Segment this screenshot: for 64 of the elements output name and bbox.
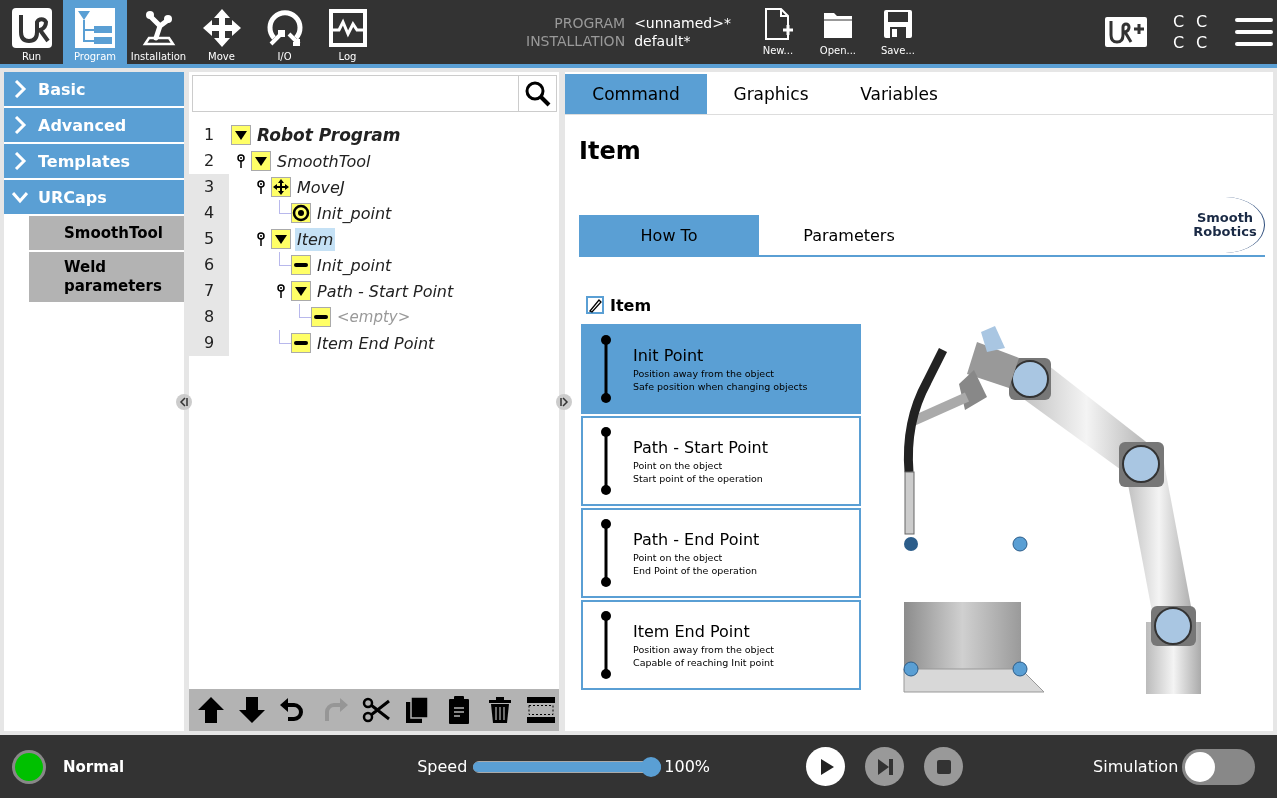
nav-tab[interactable]: Installation [127, 0, 190, 64]
line-number: 7 [189, 278, 229, 304]
speed-label: Speed [417, 757, 468, 776]
tree-node[interactable]: Init_point [315, 253, 394, 277]
tree-node[interactable]: Item [295, 227, 336, 251]
logo-text: Robotics [1193, 225, 1257, 239]
installation-label: INSTALLATION [526, 33, 626, 49]
file-button[interactable]: New... [752, 0, 803, 64]
step-card[interactable]: Item End Point Position away from the object Capable of reaching Init point [581, 600, 861, 690]
tree-node[interactable]: SmoothTool [275, 149, 373, 173]
file-button[interactable]: Open... [812, 0, 863, 64]
step-card[interactable]: Path - Start Point Point on the object Start point of the operation [581, 416, 861, 506]
speed-value: 100% [664, 757, 711, 776]
step-description: Position away from the object [633, 642, 775, 656]
status-letter: C [1172, 33, 1185, 52]
tree-node[interactable]: MoveJ [295, 175, 347, 199]
nav-tab[interactable]: Move [190, 0, 253, 64]
tree-node[interactable]: Path - Start Point [315, 279, 456, 303]
step-title: Path - End Point [633, 529, 760, 549]
step-description: Capable of reaching Init point [633, 655, 775, 669]
simulation-label: Simulation [1093, 757, 1179, 776]
status-letter: C [1196, 33, 1208, 52]
line-number: 8 [189, 304, 229, 330]
installation-name: default* [634, 33, 692, 49]
command-title: Item [579, 137, 642, 167]
panel-tab[interactable]: Command [565, 74, 707, 114]
line-number: 5 [189, 226, 229, 252]
step-description: Point on the object [633, 550, 724, 564]
logo-text: Smooth [1196, 211, 1254, 225]
sub-tab[interactable]: Parameters [759, 215, 939, 255]
robot-status: Normal [63, 757, 125, 776]
step-title: Path - Start Point [633, 437, 768, 457]
step-description: End Point of the operation [633, 563, 759, 577]
nav-tab[interactable]: I/O [253, 0, 316, 64]
tree-node[interactable]: Item End Point [315, 331, 437, 355]
program-name: <unnamed>* [634, 15, 731, 31]
sub-tab[interactable]: How To [579, 215, 759, 255]
file-button[interactable]: Save... [872, 0, 923, 64]
status-letter: C [1172, 12, 1185, 31]
panel-tab[interactable]: Variables [835, 74, 963, 114]
line-number: 2 [202, 150, 216, 172]
line-number: 1 [202, 124, 216, 146]
step-title: Init Point [633, 345, 705, 365]
panel-tab[interactable]: Graphics [707, 74, 835, 114]
node-label: Item [610, 295, 652, 315]
step-description: Point on the object [633, 458, 724, 472]
step-description: Position away from the object [633, 366, 776, 380]
line-number: 6 [189, 252, 229, 278]
category-subitem[interactable]: Weld parameters [29, 252, 184, 302]
nav-tab[interactable]: Log [316, 0, 379, 64]
tree-node[interactable]: Init_point [315, 201, 394, 225]
nav-tab[interactable]: Run [0, 0, 63, 64]
step-card[interactable]: Init Point Position away from the object Safe position when changing objects [581, 324, 861, 414]
line-number: 3 [189, 174, 229, 200]
step-title: Item End Point [633, 621, 751, 641]
line-number: 4 [189, 200, 229, 226]
step-card[interactable]: Path - End Point Point on the object End Point of the operation [581, 508, 861, 598]
status-letter: C [1196, 12, 1208, 31]
tree-node[interactable]: Robot Program [255, 123, 403, 147]
step-description: Start point of the operation [633, 471, 764, 485]
category-subitem[interactable]: SmoothTool [29, 216, 184, 250]
line-number: 9 [189, 330, 229, 356]
step-description: Safe position when changing objects [633, 379, 808, 393]
program-label: PROGRAM [553, 15, 626, 31]
